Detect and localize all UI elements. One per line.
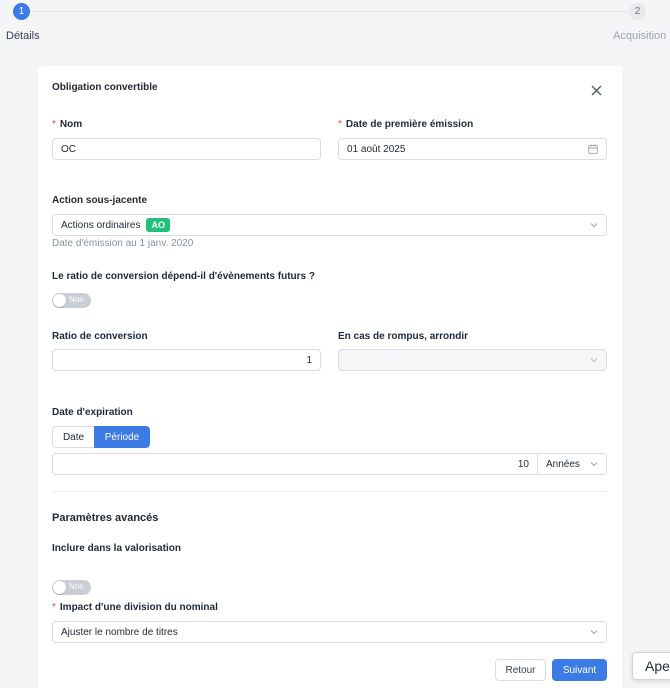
nom-label-text: Nom [59, 119, 83, 130]
nom-label: * Nom [52, 119, 82, 130]
date-emission-value: 01 août 2025 [347, 143, 406, 155]
expiration-periode-option[interactable]: Période [94, 426, 150, 448]
form-card: Obligation convertible * Nom OC * Date de … [38, 66, 622, 688]
chevron-down-icon [590, 628, 598, 636]
expiration-label: Date d'expiration [52, 407, 133, 418]
ratio-futurs-toggle[interactable]: Non [52, 293, 91, 308]
action-label: Action sous-jacente [52, 195, 148, 206]
date-emission-field[interactable]: 01 août 2025 [338, 138, 607, 160]
step-1-indicator[interactable]: 1 [13, 3, 30, 20]
action-hint: Date d'émission au 1 janv. 2020 [52, 238, 194, 249]
toggle-knob [53, 581, 66, 594]
ratio-label: Ratio de conversion [52, 331, 148, 342]
required-marker: * [52, 119, 56, 130]
nom-field[interactable]: OC [52, 138, 321, 160]
ratio-value: 1 [306, 354, 312, 366]
action-value: Actions ordinaires [61, 219, 141, 231]
floating-widget[interactable]: Ape [632, 652, 670, 680]
section-divider [52, 491, 607, 492]
expiration-unit-select[interactable]: Années [537, 453, 607, 475]
advanced-section-title: Paramètres avancés [52, 512, 159, 524]
nom-value: OC [61, 143, 76, 155]
impact-label-text: Impact d'une division du nominal [59, 602, 218, 613]
expiration-date-option[interactable]: Date [52, 426, 94, 448]
step-2-indicator[interactable]: 2 [629, 3, 646, 20]
expiration-duration-value: 10 [517, 458, 529, 470]
next-button[interactable]: Suivant [552, 659, 607, 681]
stepper-line [30, 11, 628, 12]
required-marker: * [338, 119, 342, 130]
impact-label: * Impact d'une division du nominal [52, 602, 218, 613]
chevron-down-icon [590, 221, 598, 229]
valorisation-toggle[interactable]: Non [52, 580, 91, 595]
step-2-label[interactable]: Acquisition [613, 30, 666, 42]
impact-value: Ajuster le nombre de titres [61, 626, 178, 638]
close-icon[interactable] [588, 82, 604, 98]
ratio-futurs-label: Le ratio de conversion dépend-il d'évène… [52, 271, 315, 282]
date-emission-label: * Date de première émission [338, 119, 473, 130]
stepper: 1 2 Détails Acquisition [0, 0, 670, 60]
required-marker: * [52, 602, 56, 613]
back-button[interactable]: Retour [495, 659, 546, 681]
ratio-futurs-toggle-label: Non [69, 295, 84, 304]
step-1-label[interactable]: Détails [6, 30, 40, 42]
arrondir-label: En cas de rompus, arrondir [338, 331, 469, 342]
action-select[interactable]: Actions ordinaires AO [52, 214, 607, 236]
date-emission-label-text: Date de première émission [345, 119, 474, 130]
arrondir-select[interactable] [338, 349, 607, 371]
expiration-duration-field[interactable]: 10 [52, 453, 538, 475]
form-title: Obligation convertible [52, 82, 158, 93]
chevron-down-icon [590, 460, 598, 468]
valorisation-toggle-label: Non [69, 582, 84, 591]
ratio-field[interactable]: 1 [52, 349, 321, 371]
chevron-down-icon [590, 356, 598, 364]
toggle-knob [53, 294, 66, 307]
expiration-mode-toggle: Date Période [52, 426, 150, 448]
expiration-unit-value: Années [546, 458, 580, 470]
valorisation-label: Inclure dans la valorisation [52, 543, 181, 554]
action-tag-badge: AO [146, 218, 170, 232]
floating-widget-label: Ape [645, 658, 670, 674]
impact-select[interactable]: Ajuster le nombre de titres [52, 621, 607, 643]
calendar-icon[interactable] [588, 144, 598, 154]
